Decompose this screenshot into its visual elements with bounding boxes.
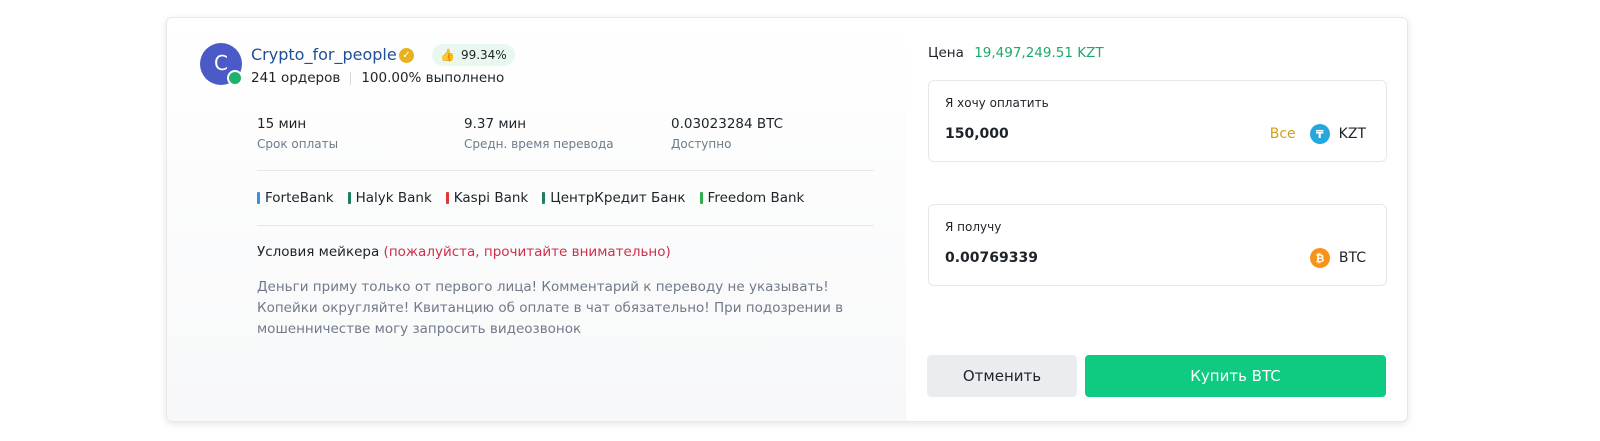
avg-transfer-time-label: Средн. время перевода <box>464 137 614 151</box>
bank-tag: Kaspi Bank <box>445 190 529 206</box>
pay-field-label: Я хочу оплатить <box>945 96 1049 110</box>
all-button[interactable]: Все <box>1270 126 1296 142</box>
bitcoin-coin-icon: ₿ <box>1309 248 1330 268</box>
receive-currency-group: ₿ BTC <box>1309 248 1366 268</box>
available-value: 0.03023284 BTC <box>671 116 784 132</box>
bank-color-bar <box>542 192 546 204</box>
maker-terms-text: Деньги приму только от первого лица! Ком… <box>257 279 844 337</box>
avatar[interactable]: C <box>200 43 243 86</box>
rating-value: 99.34% <box>460 48 507 62</box>
pay-amount-field[interactable]: Я хочу оплатить 150,000 Все ₸ KZT <box>928 80 1387 162</box>
bank-color-bar <box>347 192 351 204</box>
divider <box>257 170 874 171</box>
divider <box>257 225 874 226</box>
available-label: Доступно <box>671 137 732 151</box>
receive-currency: BTC <box>1338 250 1366 266</box>
online-status-dot <box>227 70 243 86</box>
bank-name: Halyk Bank <box>355 190 432 206</box>
terms-warning: (пожалуйста, прочитайте внимательно) <box>383 244 671 260</box>
order-panel: Цена 19,497,249.51 KZT Я хочу оплатить 1… <box>906 18 1407 421</box>
bank-name: ForteBank <box>265 190 334 206</box>
avg-transfer-time-value: 9.37 мин <box>464 116 527 132</box>
bank-color-bar <box>699 192 703 204</box>
bank-name: ЦентрКредит Банк <box>550 190 686 206</box>
price-row: Цена 19,497,249.51 KZT <box>928 45 1104 61</box>
tenge-coin-icon: ₸ <box>1309 124 1330 144</box>
bank-color-bar <box>257 192 260 204</box>
rating-badge: 👍 99.34% <box>432 44 515 66</box>
maker-terms-title: Условия мейкера (пожалуйста, прочитайте … <box>257 244 671 260</box>
bank-tag: Freedom Bank <box>699 190 805 206</box>
bank-tag: ForteBank <box>257 190 334 206</box>
advertiser-panel: C Crypto_for_people ✓ 👍 99.34% 241 ордер… <box>167 18 906 421</box>
receive-amount-field[interactable]: Я получу 0.00769339 ₿ BTC <box>928 204 1387 286</box>
pay-amount-input[interactable]: 150,000 <box>945 126 1009 142</box>
bank-tag: ЦентрКредит Банк <box>542 190 686 206</box>
price-label: Цена <box>928 45 964 61</box>
pay-currency: KZT <box>1338 126 1366 142</box>
payment-time-info: 15 мин Срок оплаты <box>257 116 338 151</box>
bank-tag: Halyk Bank <box>347 190 432 206</box>
advertiser-stats: 241 ордеров 100.00% выполнено <box>251 70 504 86</box>
completion-rate: 100.00% выполнено <box>361 70 505 86</box>
terms-heading: Условия мейкера <box>257 244 380 260</box>
price-value: 19,497,249.51 KZT <box>974 45 1104 61</box>
receive-amount-input[interactable]: 0.00769339 <box>945 250 1038 266</box>
stats-divider <box>350 71 352 85</box>
advertiser-name[interactable]: Crypto_for_people <box>251 45 397 64</box>
pay-currency-group: Все ₸ KZT <box>1270 124 1366 144</box>
verified-badge-icon: ✓ <box>399 48 414 63</box>
trade-card: C Crypto_for_people ✓ 👍 99.34% 241 ордер… <box>166 17 1408 422</box>
buy-btc-button[interactable]: Купить BTC <box>1085 355 1386 397</box>
available-info: 0.03023284 BTC Доступно <box>671 116 783 151</box>
payment-methods: ForteBank Halyk Bank Kaspi Bank ЦентрКре… <box>257 190 804 206</box>
avg-transfer-time-info: 9.37 мин Средн. время перевода <box>464 116 614 151</box>
avatar-letter: C <box>214 51 228 75</box>
payment-time-value: 15 мин <box>257 116 307 132</box>
thumbs-up-icon: 👍 <box>440 48 455 62</box>
bank-name: Freedom Bank <box>707 190 805 206</box>
bank-name: Kaspi Bank <box>453 190 529 206</box>
cancel-button[interactable]: Отменить <box>927 355 1077 397</box>
orders-count: 241 ордеров <box>251 70 341 86</box>
payment-time-label: Срок оплаты <box>257 137 339 151</box>
receive-field-label: Я получу <box>945 220 1002 234</box>
bank-color-bar <box>445 192 449 204</box>
